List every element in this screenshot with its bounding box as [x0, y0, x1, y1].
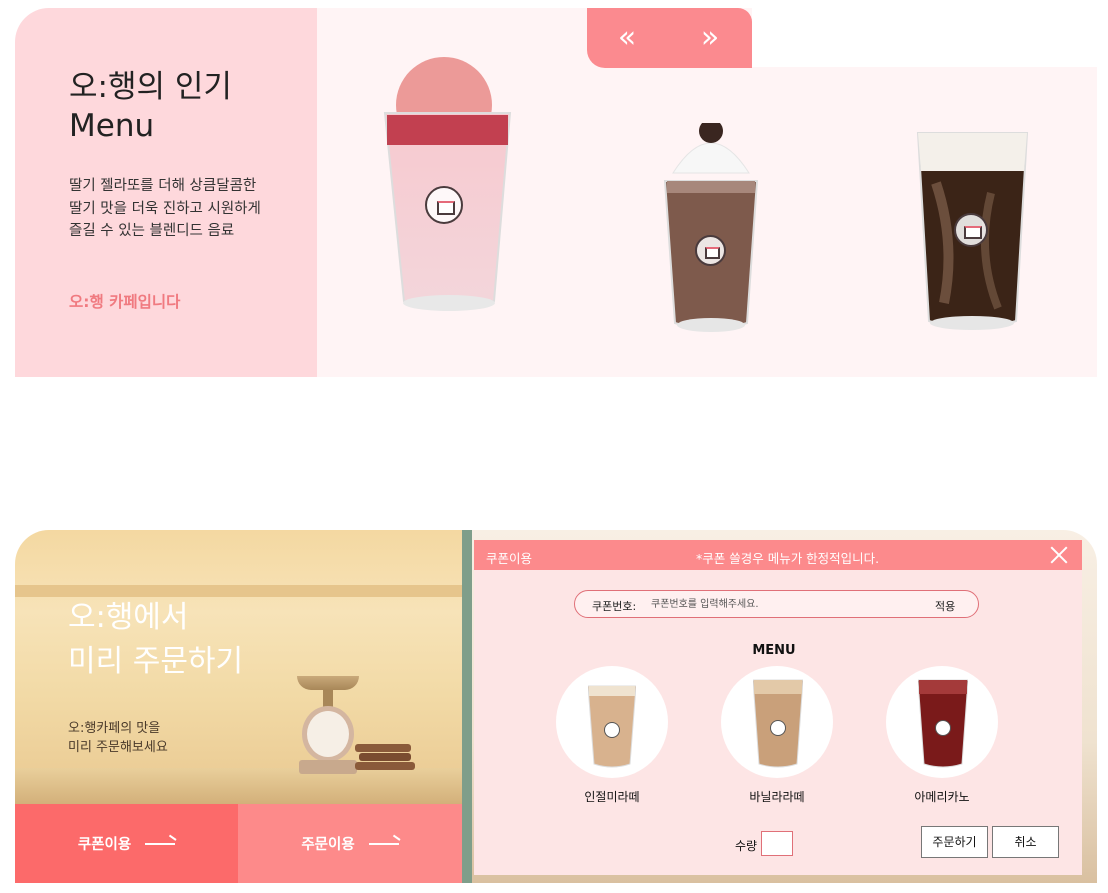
- cafe-logo-badge: [954, 213, 988, 247]
- injeolmi-latte-cup-image: [587, 680, 637, 768]
- menu-item-injeolmi-latte[interactable]: 인절미라떼: [556, 666, 668, 805]
- menu-item-name: 바닐라라떼: [749, 790, 805, 804]
- close-icon[interactable]: [1048, 544, 1070, 566]
- kitchen-scale-image: [297, 676, 359, 774]
- coupon-modal: 쿠폰이용 *쿠폰 쓸경우 메뉴가 한정적입니다. 쿠폰번호: 적용 MENU 인…: [474, 540, 1082, 875]
- coupon-use-button[interactable]: 쿠폰이용: [15, 804, 238, 883]
- popular-menu-title-line1: 오:행의 인기: [69, 69, 232, 105]
- popular-menu-description: 딸기 젤라또를 더해 상큼달콤한 딸기 맛을 더욱 진하고 시원하게 즐길 수 …: [69, 175, 299, 243]
- preorder-info-panel: 오:행에서 미리 주문하기 오:행카페의 맛을 미리 주문해보세요: [15, 530, 462, 804]
- americano-cup-image: [917, 676, 969, 768]
- preorder-title-line1: 오:행에서: [68, 600, 189, 635]
- chevron-double-left-icon[interactable]: «: [607, 20, 647, 56]
- popular-menu-title-line2: Menu: [69, 108, 155, 144]
- popular-menu-title: 오:행의 인기 Menu: [69, 68, 232, 146]
- slider-notch: [752, 8, 1097, 67]
- modal-notice: *쿠폰 쓸경우 메뉴가 한정적입니다.: [696, 551, 880, 566]
- preorder-title: 오:행에서 미리 주문하기: [68, 596, 243, 684]
- submit-order-button[interactable]: 주문하기: [921, 826, 988, 858]
- preorder-desc-line2: 미리 주문해보세요: [68, 740, 168, 755]
- cafe-label: 오:행 카페입니다: [69, 293, 181, 311]
- coupon-number-input[interactable]: [651, 595, 911, 613]
- popular-menu-desc-line2: 딸기 맛을 더욱 진하고 시원하게: [69, 200, 261, 217]
- popular-menu-desc-line3: 즐길 수 있는 블렌디드 음료: [69, 223, 235, 239]
- coupon-number-label: 쿠폰번호:: [592, 600, 637, 613]
- preorder-description: 오:행카페의 맛을 미리 주문해보세요: [68, 719, 168, 757]
- preorder-title-line2: 미리 주문하기: [68, 644, 244, 679]
- arrow-right-icon: [145, 842, 176, 845]
- cancel-button[interactable]: 취소: [992, 826, 1059, 858]
- menu-item-image-circle: [886, 666, 998, 778]
- cinnamon-sticks-image: [355, 742, 415, 770]
- cafe-logo-badge: [695, 235, 726, 266]
- modal-header: 쿠폰이용 *쿠폰 쓸경우 메뉴가 한정적입니다.: [474, 540, 1082, 570]
- arrow-right-icon: [368, 842, 399, 845]
- coupon-apply-button[interactable]: 적용: [935, 598, 955, 614]
- window-view: [462, 530, 472, 883]
- drink-chocolate-frappe[interactable]: [663, 119, 759, 338]
- menu-item-name: 아메리카노: [914, 790, 970, 804]
- cafe-logo-badge: [425, 186, 463, 224]
- chocolate-drink-image: [663, 119, 759, 332]
- popular-menu-section: 오:행의 인기 Menu 딸기 젤라또를 더해 상큼달콤한 딸기 맛을 더욱 진…: [15, 8, 1097, 377]
- coupon-input-bar: 쿠폰번호: 적용: [574, 590, 979, 618]
- slider-nav: « »: [587, 8, 752, 68]
- drink-cream-cold-brew[interactable]: [916, 123, 1029, 335]
- drink-strawberry-gelato[interactable]: [382, 53, 517, 318]
- strawberry-drink-image: [383, 57, 512, 311]
- vanilla-latte-cup-image: [752, 676, 804, 768]
- popular-menu-desc-line1: 딸기 젤라또를 더해 상큼달콤한: [69, 178, 257, 194]
- shelf-bottom: [15, 768, 462, 804]
- popular-menu-info-panel: 오:행의 인기 Menu 딸기 젤라또를 더해 상큼달콤한 딸기 맛을 더욱 진…: [15, 8, 317, 377]
- chevron-double-right-icon[interactable]: »: [690, 20, 730, 56]
- menu-heading: MENU: [752, 643, 796, 658]
- order-use-button[interactable]: 주문이용: [238, 804, 462, 883]
- menu-item-americano[interactable]: 아메리카노: [886, 666, 998, 805]
- quantity-label: 수량: [735, 839, 758, 853]
- menu-item-image-circle: [721, 666, 833, 778]
- coupon-use-label: 쿠폰이용: [77, 837, 132, 853]
- quantity-input[interactable]: [761, 831, 793, 856]
- menu-item-vanilla-latte[interactable]: 바닐라라떼: [721, 666, 833, 805]
- menu-item-image-circle: [556, 666, 668, 778]
- order-use-label: 주문이용: [301, 837, 355, 853]
- preorder-desc-line1: 오:행카페의 맛을: [68, 721, 161, 736]
- modal-title: 쿠폰이용: [486, 551, 533, 566]
- menu-item-name: 인절미라떼: [584, 790, 640, 804]
